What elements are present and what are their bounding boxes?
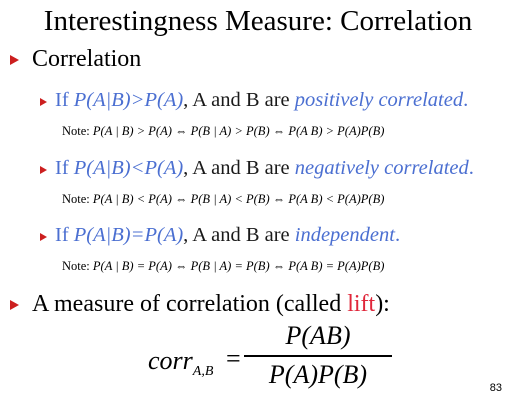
lift-pre-text: A measure of correlation (called bbox=[32, 291, 348, 317]
bullet-arrow-icon bbox=[10, 55, 19, 65]
sub-bullet-positive: If P(A|B)>P(A), A and B are positively c… bbox=[55, 88, 468, 112]
lift-term: lift bbox=[347, 291, 376, 317]
note-positive: Note: P(A | B) > P(A) ⇔ P(B | A) > P(B) … bbox=[62, 124, 384, 139]
end-punct: . bbox=[463, 89, 469, 111]
end-punct: . bbox=[394, 224, 401, 246]
note-label: Note: bbox=[62, 259, 93, 273]
end-punct: . bbox=[468, 157, 474, 179]
lift-post-text: ): bbox=[375, 291, 390, 317]
slide-title: Interestingness Measure: Correlation bbox=[43, 5, 473, 37]
if-text: If bbox=[55, 224, 74, 246]
mid-text: , A and B are bbox=[183, 224, 295, 246]
note-label: Note: bbox=[62, 192, 93, 206]
page-number: 83 bbox=[489, 382, 502, 394]
note-text: P(A | B) > P(A) ⇔ P(B | A) > P(B) ⇔ P(A … bbox=[92, 124, 385, 138]
formula-lhs: corrA,B bbox=[148, 346, 213, 380]
corr-symbol: corr bbox=[148, 346, 193, 375]
formula-denominator: P(A)P(B) bbox=[268, 360, 368, 389]
emphasis: independent bbox=[294, 224, 395, 246]
bullet-lift: A measure of correlation (called lift): bbox=[32, 290, 390, 318]
bullet-correlation: Correlation bbox=[32, 46, 142, 72]
condition: P(A|B)<P(A) bbox=[73, 157, 184, 179]
sub-bullet-arrow-icon bbox=[40, 166, 47, 174]
condition: P(A|B)=P(A) bbox=[73, 224, 184, 246]
mid-text: , A and B are bbox=[183, 157, 295, 179]
sub-bullet-independent: If P(A|B)=P(A), A and B are independent. bbox=[55, 223, 400, 247]
corr-subscript: A,B bbox=[192, 364, 214, 379]
mid-text: , A and B are bbox=[183, 89, 295, 111]
emphasis: negatively correlated bbox=[294, 157, 469, 179]
condition: P(A|B)>P(A) bbox=[73, 89, 184, 111]
sub-bullet-arrow-icon bbox=[40, 98, 47, 106]
formula-numerator: P(AB) bbox=[285, 321, 351, 350]
bullet-arrow-icon bbox=[10, 300, 19, 310]
if-text: If bbox=[55, 89, 74, 111]
if-text: If bbox=[55, 157, 74, 179]
note-independent: Note: P(A | B) = P(A) ⇔ P(B | A) = P(B) … bbox=[62, 259, 384, 274]
note-label: Note: bbox=[62, 124, 93, 138]
note-text: P(A | B) = P(A) ⇔ P(B | A) = P(B) ⇔ P(A … bbox=[92, 259, 385, 273]
fraction-bar bbox=[244, 355, 392, 357]
sub-bullet-arrow-icon bbox=[40, 233, 47, 241]
equals-sign: = bbox=[226, 344, 241, 373]
note-text: P(A | B) < P(A) ⇔ P(B | A) < P(B) ⇔ P(A … bbox=[92, 192, 385, 206]
sub-bullet-negative: If P(A|B)<P(A), A and B are negatively c… bbox=[55, 156, 474, 180]
note-negative: Note: P(A | B) < P(A) ⇔ P(B | A) < P(B) … bbox=[62, 192, 384, 207]
emphasis: positively correlated bbox=[294, 89, 464, 111]
